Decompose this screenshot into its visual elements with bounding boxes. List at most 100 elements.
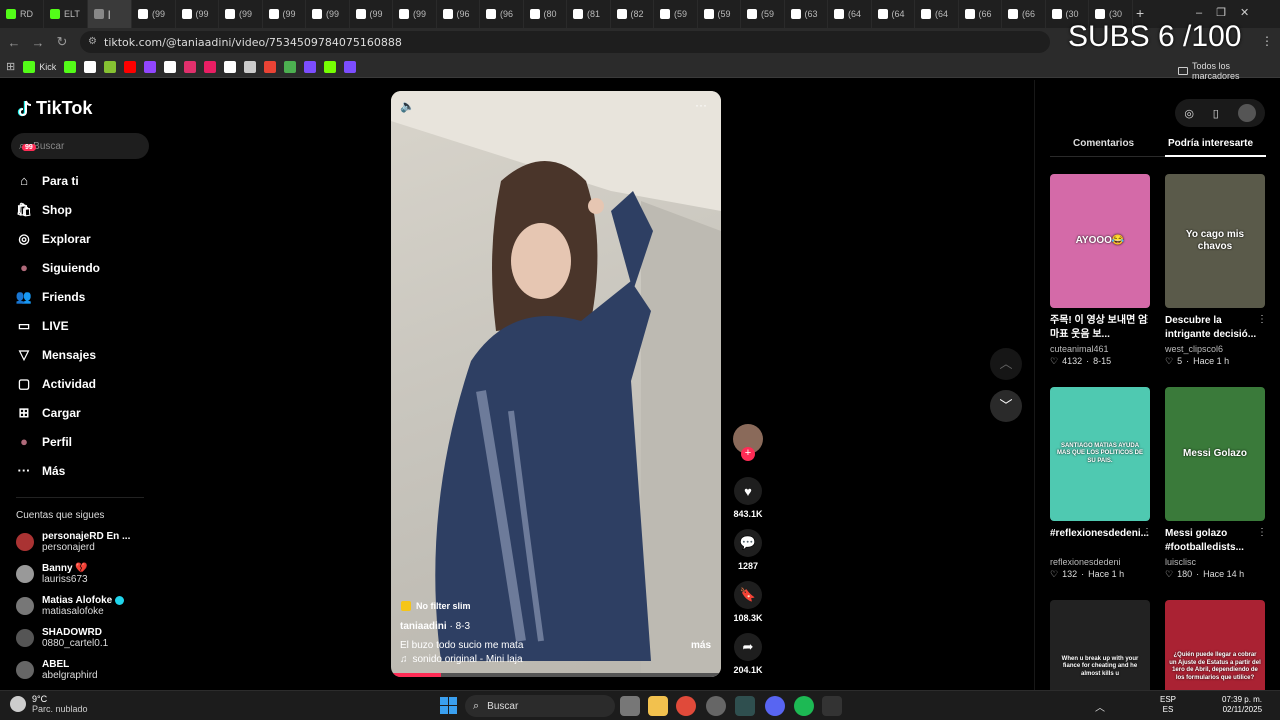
nav-item-ms[interactable]: ··· Más [0,456,160,485]
device-icon[interactable]: ▯ [1213,107,1219,120]
spotify-icon[interactable] [794,696,814,716]
bookmark-item[interactable] [324,60,337,73]
browser-tab[interactable]: (96 [480,0,524,28]
card-more-icon[interactable]: ⋮ [1142,314,1152,325]
url-field[interactable]: ⚙ tiktok.com/@taniaadini/video/753450978… [80,31,1050,53]
nav-item-actividad[interactable]: ▢ 99 Actividad [0,144,160,398]
browser-tab[interactable]: (63 [785,0,828,28]
chrome-icon[interactable] [676,696,696,716]
video-player[interactable]: 🔈 ··· No filter slim taniaadini · 8-3 El… [391,91,721,677]
share-icon[interactable]: ➦ [734,633,762,661]
heart-icon[interactable]: ♥ [734,477,762,505]
bookmark-item[interactable] [304,60,317,73]
taskbar-search[interactable]: ⌕ Buscar [465,695,615,717]
reload-icon[interactable]: ↻ [50,30,74,54]
forward-icon[interactable]: → [26,30,50,54]
bookmark-item[interactable] [124,60,137,73]
progress-track[interactable] [391,673,721,677]
video-thumbnail[interactable]: Yo cago mis chavos [1165,174,1265,308]
comment-icon[interactable]: 💬 [734,529,762,557]
browser-tab[interactable]: (80 [524,0,567,28]
nav-item-explorar[interactable]: ◎ Explorar [0,224,160,253]
recommended-video-card[interactable]: When u break up with your fiance for che… [1050,600,1150,690]
nav-item-siguiendo[interactable]: ● Siguiendo [0,253,160,282]
browser-tab[interactable]: (81 [567,0,611,28]
recommended-video-card[interactable]: ¿Quién puede llegar a cobrar un Ajuste d… [1165,600,1265,690]
start-button[interactable] [440,697,457,714]
card-username[interactable]: reflexionesdedeni [1050,557,1150,567]
nav-item-mensajes[interactable]: ▽26Mensajes [0,144,160,369]
file-explorer-icon[interactable] [648,696,668,716]
card-more-icon[interactable]: ⋮ [1142,527,1152,538]
card-username[interactable]: west_clipscol6 [1165,344,1265,354]
volume-icon[interactable]: 🔈 [400,99,415,113]
language-indicator[interactable]: ESP ES [1160,695,1176,715]
recommended-video-card[interactable]: Messi Golazo Messi golazo #footballedists… [1165,387,1266,580]
tiktok-logo[interactable]: TikTok [16,98,92,119]
browser-tab[interactable]: (59 [741,0,785,28]
followed-account[interactable]: ABEL abelgraphird [0,654,160,686]
effect-tag[interactable]: No filter slim [401,601,471,611]
bookmark-item[interactable] [344,60,357,73]
followed-account[interactable]: Matias Alofoke matiasalofoke [0,590,160,622]
browser-tab[interactable]: (64 [828,0,872,28]
share-action[interactable]: ➦ 204.1K [733,633,763,675]
browser-tab[interactable]: RD [0,0,44,28]
browser-tab[interactable]: ELT [44,0,88,28]
card-username[interactable]: luisclisc [1165,557,1265,567]
video-thumbnail[interactable]: When u break up with your fiance for che… [1050,600,1150,690]
followed-account[interactable]: SHADOWRD 0880_cartel0.1 [0,622,160,654]
restore-icon[interactable]: ❐ [1216,7,1240,19]
browser-tab[interactable]: (66 [959,0,1002,28]
browser-tab[interactable]: (82 [611,0,654,28]
bookmark-item[interactable] [184,60,197,73]
nav-item-parati[interactable]: ⌂ Para ti [0,166,160,195]
browser-tab[interactable]: (99 [306,0,350,28]
bookmark-item[interactable] [104,60,117,73]
nav-item-live[interactable]: ▭ LIVE [0,311,160,340]
card-more-icon[interactable]: ⋮ [1257,527,1266,538]
apps-icon[interactable]: ⊞ [6,60,15,73]
browser-tab[interactable]: (99 [350,0,393,28]
recommended-video-card[interactable]: Yo cago mis chavos Descubre la intrigante… [1165,174,1266,367]
comment-action[interactable]: 💬 1287 [733,529,763,571]
browser-tab[interactable]: (99 [393,0,437,28]
bookmark-item[interactable] [264,60,277,73]
task-view-icon[interactable] [620,696,640,716]
user-avatar[interactable] [1237,104,1256,122]
like-action[interactable]: ♥ 843.1K [733,477,763,519]
nav-item-cargar[interactable]: ⊞ Cargar [0,398,160,427]
terminal-icon[interactable] [735,696,755,716]
minimize-icon[interactable]: – [1196,7,1216,19]
card-title[interactable]: Descubre la intrigante decisió... [1165,314,1265,342]
browser-tab[interactable]: (64 [915,0,959,28]
compass-icon[interactable]: ◎ [1184,107,1194,120]
card-title[interactable]: #reflexionesdedeni... [1050,527,1150,555]
follow-plus-icon[interactable]: + [741,447,755,461]
browser-tab[interactable]: (99 [219,0,263,28]
video-thumbnail[interactable]: Messi Golazo [1165,387,1265,521]
bookmark-item[interactable] [284,60,297,73]
bookmark-item[interactable] [144,60,157,73]
recommended-video-card[interactable]: SANTIAGO MATIAS AYUDA MAS QUE LOS POLITI… [1050,387,1152,580]
back-icon[interactable]: ← [2,30,26,54]
card-title[interactable]: Messi golazo #footballedists... [1165,527,1265,555]
browser-tab[interactable]: (59 [698,0,741,28]
tab-recommended[interactable]: Podría interesarte [1168,138,1253,149]
video-thumbnail[interactable]: SANTIAGO MATIAS AYUDA MAS QUE LOS POLITI… [1050,387,1150,521]
tab-comments[interactable]: Comentarios [1073,138,1134,149]
browser-tab[interactable]: (99 [132,0,176,28]
video-author-line[interactable]: taniaadini · 8-3 [400,621,470,632]
browser-tab[interactable]: | [88,0,132,28]
all-bookmarks[interactable]: Todos los marcadores [1178,61,1280,81]
app-icon[interactable] [706,696,726,716]
site-info-icon[interactable]: ⚙ [88,36,97,47]
bookmark-item[interactable] [84,60,97,73]
bookmark-item[interactable] [204,60,217,73]
discord-icon[interactable] [765,696,785,716]
followed-account[interactable]: Banny 💔 lauriss673 [0,558,160,590]
nav-item-shop[interactable]: 🛍 Shop [0,195,160,224]
video-thumbnail[interactable]: ¿Quién puede llegar a cobrar un Ajuste d… [1165,600,1265,690]
bookmark-item[interactable] [244,60,257,73]
bookmark-item[interactable]: Kick [23,60,56,73]
